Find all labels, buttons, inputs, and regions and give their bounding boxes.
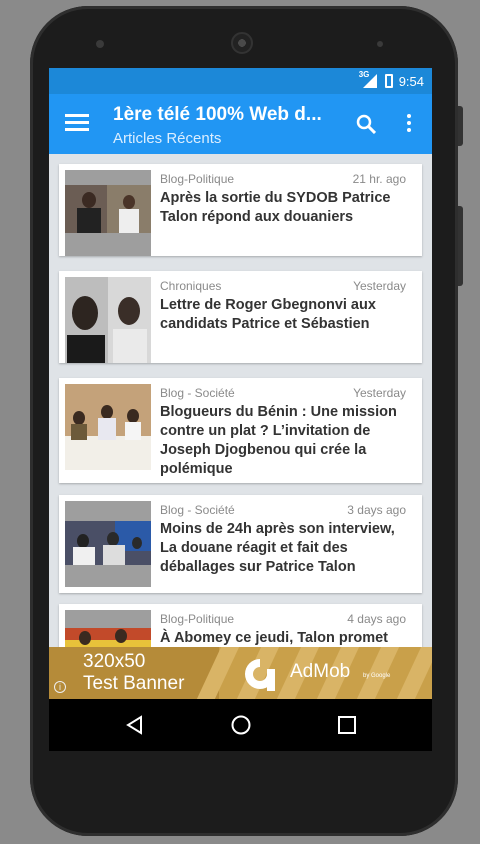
article-time: Yesterday bbox=[353, 279, 406, 293]
navigation-bar bbox=[49, 699, 432, 751]
app-title: 1ère télé 100% Web d... bbox=[113, 104, 322, 125]
article-thumbnail bbox=[65, 277, 151, 363]
article-category: Chroniques bbox=[160, 279, 222, 293]
app-subtitle: Articles Récents bbox=[113, 130, 222, 147]
signal-icon: 3G bbox=[359, 70, 379, 88]
article-list: Blog-Politique 21 hr. ago Après la sorti… bbox=[49, 154, 432, 647]
sensor bbox=[377, 41, 383, 47]
article-category: Blog - Société bbox=[160, 503, 235, 517]
recents-icon[interactable] bbox=[338, 716, 356, 734]
power-button bbox=[458, 106, 463, 146]
app-bar: 1ère télé 100% Web d... Articles Récents bbox=[49, 94, 432, 154]
article-headline: Moins de 24h après son interview, La dou… bbox=[160, 521, 395, 575]
article-headline: À Abomey ce jeudi, Talon promet bbox=[160, 630, 389, 646]
article-card[interactable]: Blog - Société Yesterday Blogueurs du Bé… bbox=[59, 378, 422, 483]
article-card[interactable]: Blog-Politique 4 days ago À Abomey ce je… bbox=[59, 604, 422, 647]
volume-button bbox=[458, 206, 463, 286]
article-time: 21 hr. ago bbox=[352, 172, 406, 186]
ad-label: Test Banner bbox=[83, 673, 185, 694]
back-icon[interactable] bbox=[125, 715, 145, 735]
article-thumbnail bbox=[65, 610, 151, 647]
ad-stripe bbox=[396, 647, 432, 699]
ad-info-icon[interactable]: i bbox=[54, 681, 66, 693]
article-headline: Blogueurs du Bénin : Une mission contre … bbox=[160, 404, 397, 477]
search-icon[interactable] bbox=[356, 114, 376, 134]
ad-text: 320x50 Test Banner bbox=[83, 651, 184, 695]
article-headline: Après la sortie du SYDOB Patrice Talon r… bbox=[160, 190, 391, 225]
article-thumbnail bbox=[65, 384, 151, 470]
article-card[interactable]: Blog - Société 3 days ago Moins de 24h a… bbox=[59, 495, 422, 593]
article-time: Yesterday bbox=[353, 386, 406, 400]
article-headline: Lettre de Roger Gbegnonvi aux candidats … bbox=[160, 297, 376, 332]
screen: 3G 9:54 1ère télé 100% Web d... Articles… bbox=[49, 68, 432, 751]
ad-banner[interactable]: 320x50 Test Banner i AdMob by Google bbox=[49, 647, 432, 699]
ad-by-google: by Google bbox=[363, 673, 391, 679]
article-card[interactable]: Chroniques Yesterday Lettre de Roger Gbe… bbox=[59, 271, 422, 363]
status-time: 9:54 bbox=[398, 73, 424, 89]
status-bar: 3G 9:54 bbox=[49, 68, 432, 94]
ad-size: 320x50 bbox=[83, 651, 146, 672]
admob-logo-icon bbox=[245, 659, 275, 691]
earpiece-speaker bbox=[231, 32, 253, 54]
more-vert-icon[interactable] bbox=[406, 114, 412, 134]
article-category: Blog-Politique bbox=[160, 612, 235, 626]
front-camera bbox=[96, 40, 104, 48]
article-category: Blog-Politique bbox=[160, 172, 235, 186]
article-thumbnail bbox=[65, 170, 151, 256]
article-time: 3 days ago bbox=[347, 503, 406, 517]
battery-icon bbox=[384, 74, 393, 88]
ad-brand: AdMob bbox=[290, 661, 351, 682]
article-category: Blog - Société bbox=[160, 386, 235, 400]
article-thumbnail bbox=[65, 501, 151, 587]
hamburger-icon[interactable] bbox=[65, 114, 89, 134]
network-type: 3G bbox=[358, 70, 370, 79]
article-time: 4 days ago bbox=[347, 612, 406, 626]
home-icon[interactable] bbox=[230, 714, 252, 736]
article-card[interactable]: Blog-Politique 21 hr. ago Après la sorti… bbox=[59, 164, 422, 256]
